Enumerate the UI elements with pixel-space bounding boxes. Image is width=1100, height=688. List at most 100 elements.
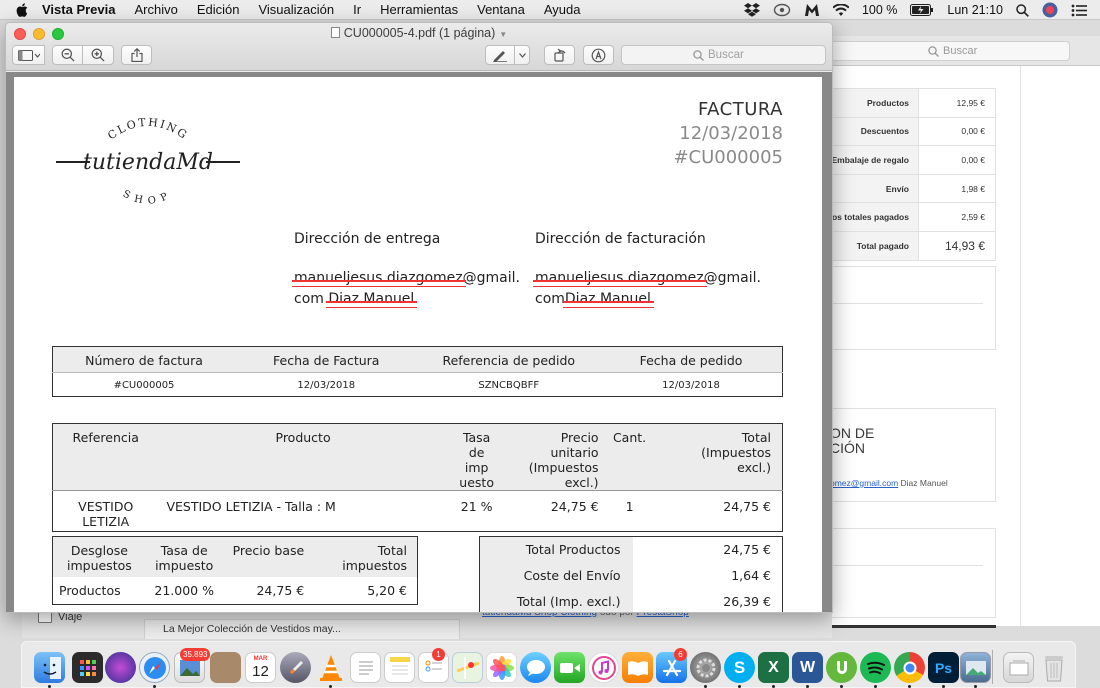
tab-snippet[interactable]: La Mejor Colección de Vestidos may... [144, 619, 460, 639]
total-label: Total Productos [479, 536, 633, 563]
zoom-in-button[interactable] [83, 45, 114, 65]
total-label: Total (Imp. excl.) [479, 588, 633, 612]
markup-dropdown-button[interactable] [515, 45, 530, 65]
redacted-name: Diaz Manuel [562, 289, 654, 310]
browser-search-field[interactable]: Buscar [830, 41, 1070, 61]
sidebar-toggle-button[interactable] [12, 45, 45, 65]
menu-app-name[interactable]: Vista Previa [42, 2, 115, 17]
rotate-button[interactable] [544, 45, 575, 65]
summary-value: 1,98 € [917, 173, 997, 204]
menu-edicion[interactable]: Edición [197, 2, 240, 17]
contacts-icon[interactable] [210, 652, 241, 683]
table-cell: SZNCBQBFF [417, 372, 600, 397]
trash-icon[interactable] [1038, 652, 1069, 683]
menu-archivo[interactable]: Archivo [134, 2, 177, 17]
logo-bottom-text: SHOP [121, 189, 169, 208]
rocket-launchpad-icon[interactable] [280, 652, 311, 683]
column-header: Referencia de pedido [417, 346, 600, 373]
user-avatar-icon[interactable] [1042, 2, 1058, 18]
launchpad-icon[interactable] [72, 652, 103, 683]
wifi-icon[interactable] [832, 3, 849, 17]
pdf-search-input[interactable]: Buscar [621, 45, 826, 65]
dropbox-icon[interactable] [743, 3, 760, 17]
pdf-page[interactable]: CLOTHING tutiendaMd SHOP FACTURA 12/03/2… [14, 77, 822, 612]
siri-icon[interactable] [105, 652, 136, 683]
table-cell: 24,75 € [256, 582, 305, 598]
excel-icon[interactable]: X [758, 652, 789, 683]
column-header: Referencia [52, 423, 159, 491]
notification-center-icon[interactable] [1071, 4, 1087, 17]
table-cell: 24,75 € [651, 490, 783, 532]
menu-visualizacion[interactable]: Visualización [258, 2, 334, 17]
calendar-icon[interactable]: MAR 12 [245, 652, 276, 683]
menu-ventana[interactable]: Ventana [477, 2, 525, 17]
summary-label: Descuentos [830, 116, 919, 147]
menu-ir[interactable]: Ir [353, 2, 361, 17]
search-icon [693, 49, 704, 67]
reminders-badge: 1 [432, 648, 445, 661]
zoom-out-button[interactable] [52, 45, 83, 65]
menubar-clock[interactable]: Lun 21:10 [947, 3, 1003, 17]
table-cell: 12/03/2018 [235, 372, 418, 397]
document-canvas[interactable]: CLOTHING tutiendaMd SHOP FACTURA 12/03/2… [6, 72, 832, 612]
malwarebytes-icon[interactable] [804, 3, 820, 17]
svg-text:SHOP: SHOP [121, 189, 175, 208]
markup-pen-button[interactable] [485, 45, 515, 65]
downloads-stack-icon[interactable] [1003, 652, 1034, 683]
share-button[interactable] [121, 45, 152, 65]
chrome-icon[interactable] [894, 652, 925, 683]
itunes-icon[interactable] [588, 652, 619, 683]
shop-logo: CLOTHING tutiendaMd SHOP [48, 96, 248, 226]
finder-icon[interactable] [34, 652, 65, 683]
safari-icon[interactable] [139, 652, 170, 683]
preview-app-icon[interactable] [960, 652, 991, 683]
table-row: Productos 12,95 € [830, 88, 997, 118]
customer-email-link[interactable]: omez@gmail.com [830, 478, 898, 488]
shipping-email-line: manueljesus.diazgomez@gmail. [292, 268, 554, 289]
cloud-sync-icon[interactable] [773, 3, 791, 17]
textedit-icon[interactable] [350, 652, 381, 683]
summary-label: Productos [830, 88, 919, 118]
summary-value: 0,00 € [917, 116, 997, 147]
spotlight-search-icon[interactable] [1016, 3, 1029, 17]
summary-value: 0,00 € [917, 145, 997, 175]
browser-toolbar: Buscar [830, 36, 1100, 66]
system-preferences-icon[interactable] [690, 652, 721, 683]
menu-herramientas[interactable]: Herramientas [380, 2, 458, 17]
shipping-address: Dirección de entrega manueljesus.diazgom… [292, 229, 554, 310]
section-heading-line2: CIÓN [830, 440, 865, 456]
menu-ayuda[interactable]: Ayuda [544, 2, 581, 17]
section-heading: ON DE CIÓN [830, 426, 874, 456]
table-row: Total pagado 14,93 € [830, 230, 997, 261]
column-header: Tasa de imp uesto [447, 423, 506, 491]
battery-icon[interactable] [910, 4, 934, 16]
utorrent-icon[interactable] [826, 652, 857, 683]
billing-address-title: Dirección de facturación [535, 231, 706, 247]
calendar-day: 12 [252, 663, 269, 680]
background-panel-2 [830, 528, 996, 618]
table-row: Coste del Envío 1,64 € [479, 562, 783, 589]
ibooks-icon[interactable] [622, 652, 653, 683]
notes-icon[interactable] [384, 652, 415, 683]
vlc-icon[interactable] [315, 652, 346, 683]
word-icon[interactable]: W [792, 652, 823, 683]
svg-text:CLOTHING: CLOTHING [105, 116, 190, 143]
document-title[interactable]: CU000005-4.pdf (1 página) ▼ [6, 26, 832, 40]
messages-icon[interactable] [520, 652, 551, 683]
table-row: Descuentos 0,00 € [830, 116, 997, 147]
search-icon [928, 45, 939, 63]
summary-label: os totales pagados [830, 202, 919, 232]
customer-email-line: omez@gmail.com Diaz Manuel [830, 478, 948, 488]
redacted-email: manueljesus.diazgomez [533, 268, 707, 289]
photoshop-icon[interactable]: Ps [928, 652, 959, 683]
billing-name-line: comDiaz Manuel [535, 289, 795, 310]
spotify-icon[interactable] [860, 652, 891, 683]
markup-toolbar-button[interactable] [583, 45, 614, 65]
photos-app-icon[interactable] [486, 652, 517, 683]
maps-icon[interactable] [452, 652, 483, 683]
skype-icon[interactable]: S [724, 652, 755, 683]
apple-menu-icon[interactable] [16, 2, 30, 17]
facetime-icon[interactable] [554, 652, 585, 683]
email-suffix: com [294, 291, 324, 307]
column-header: Producto [158, 423, 448, 491]
